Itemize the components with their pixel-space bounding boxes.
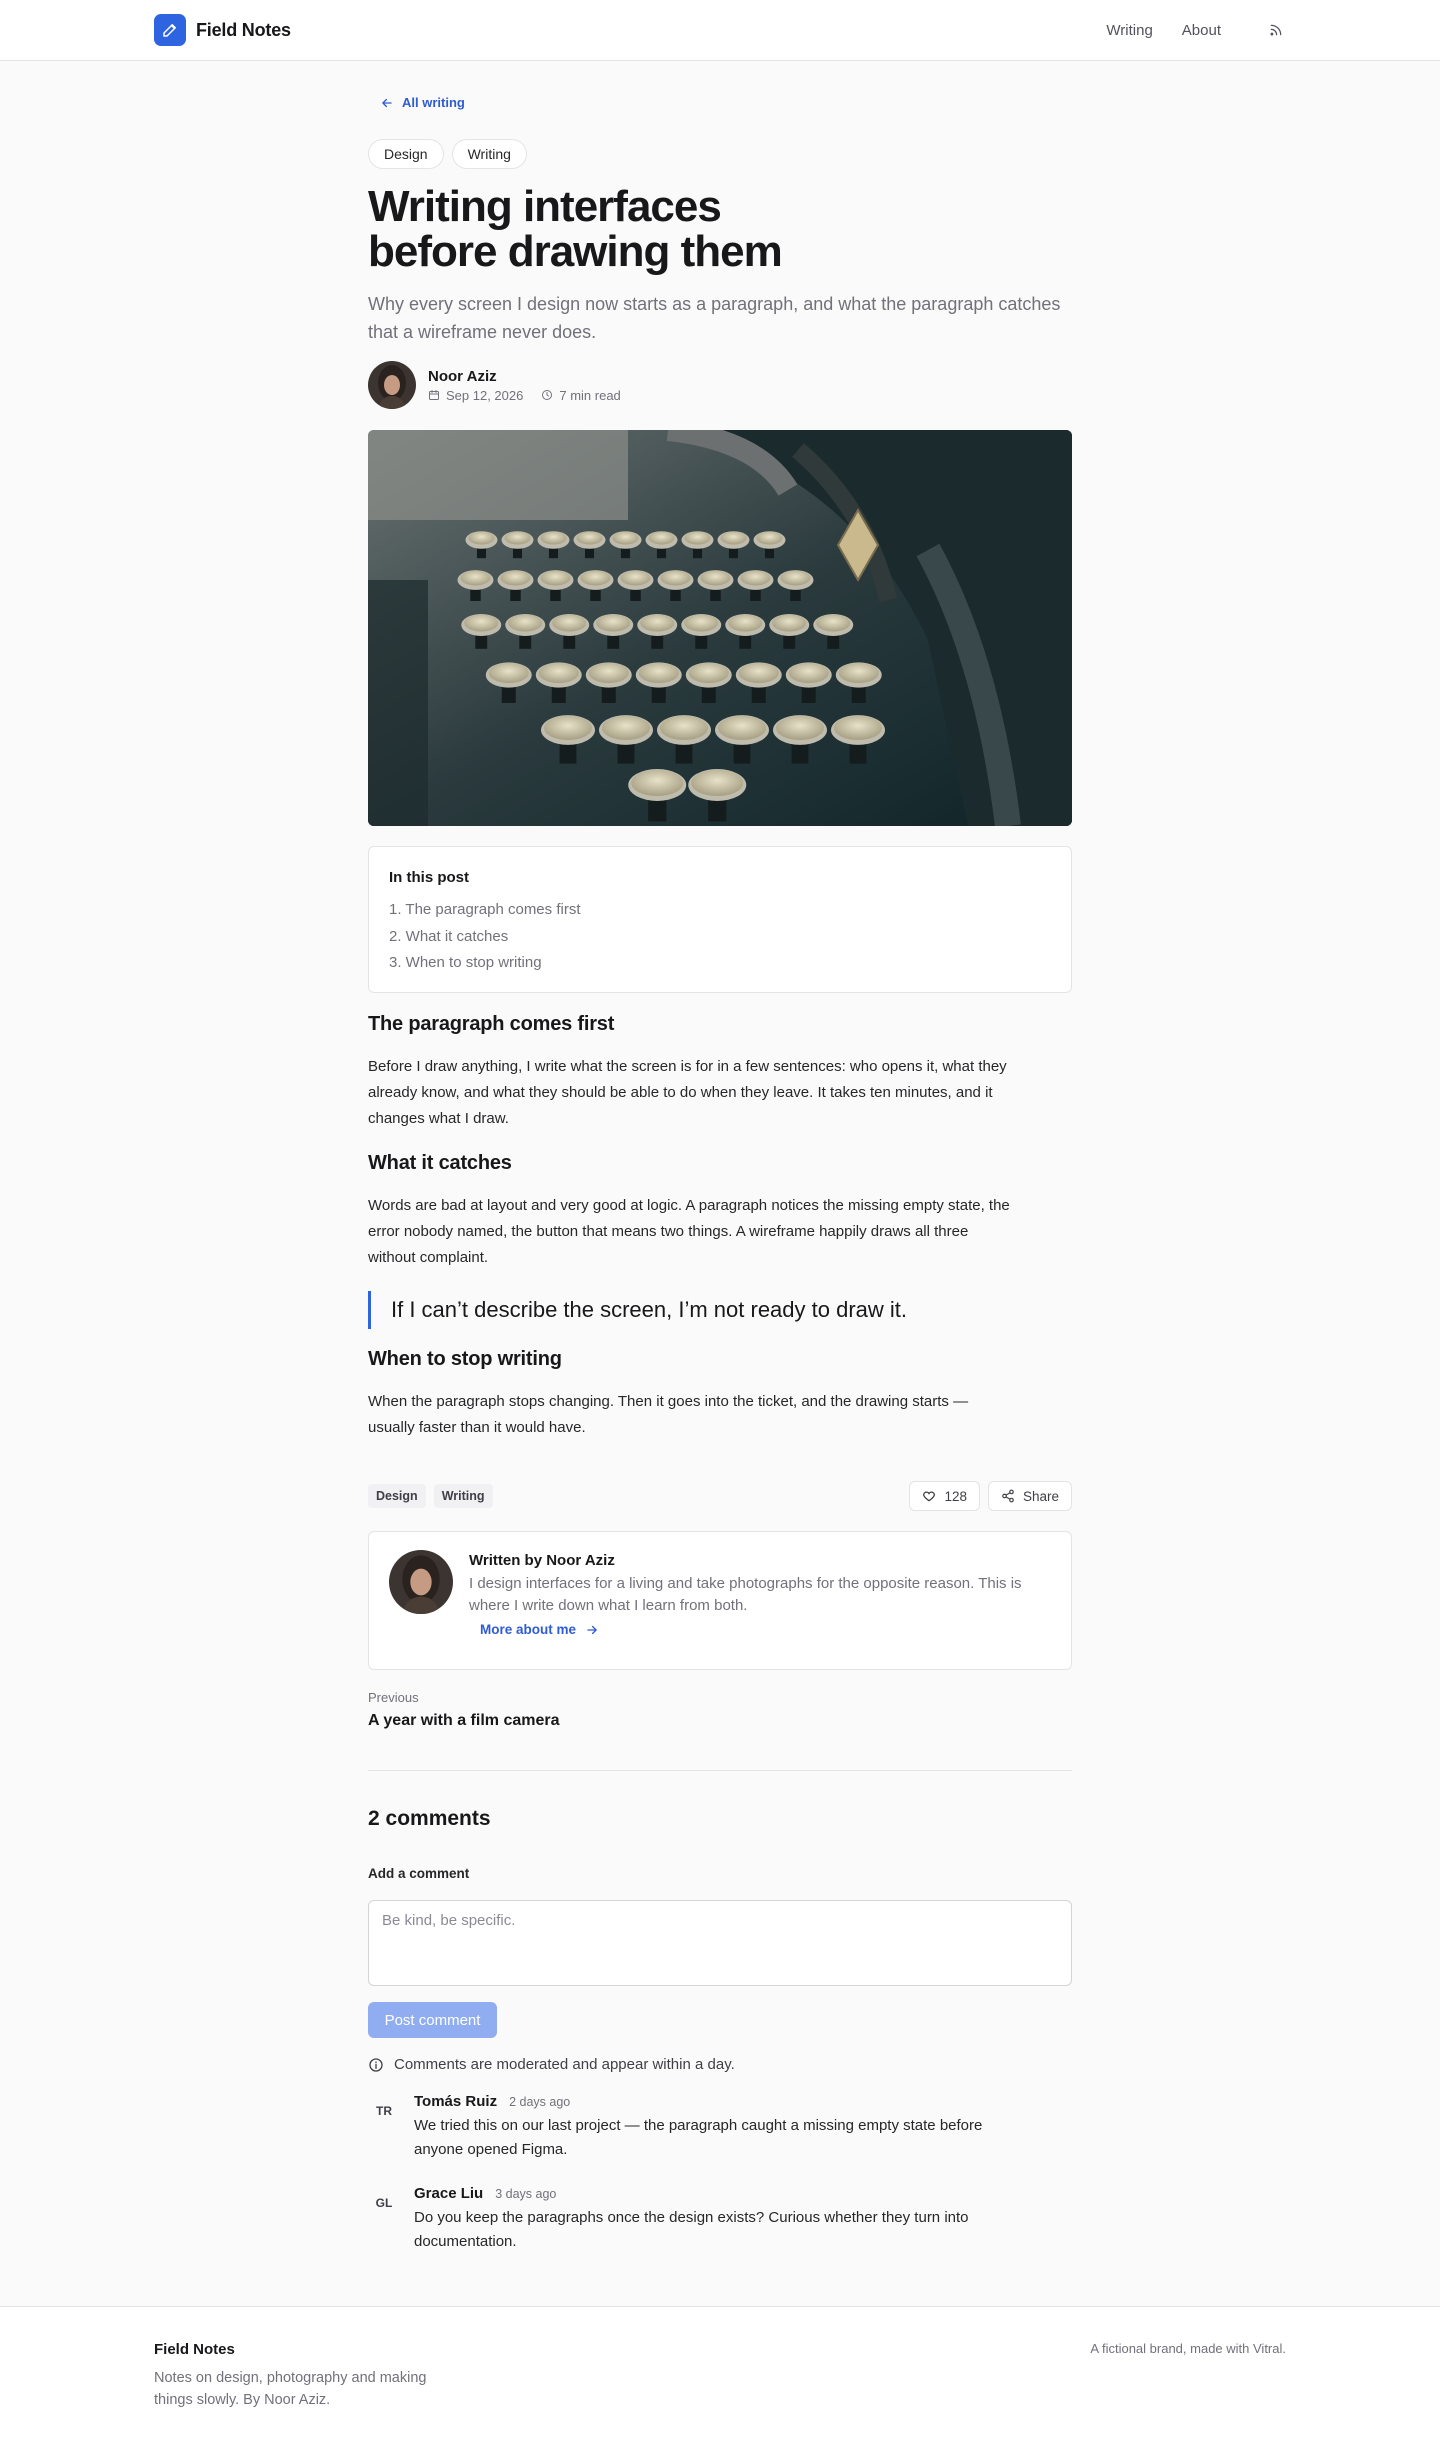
- footer-description: Notes on design, photography and making …: [154, 2370, 427, 2408]
- author-card-avatar: [389, 1550, 453, 1614]
- author-card: Written by Noor Aziz I design interfaces…: [368, 1531, 1072, 1670]
- rss-icon[interactable]: [1266, 20, 1286, 40]
- category-pill-design[interactable]: Design: [368, 139, 444, 169]
- calendar-icon: [429, 390, 439, 400]
- author-name: Noor Aziz: [428, 367, 497, 385]
- commenter-name: Grace Liu: [414, 2185, 484, 2202]
- main-nav: Writing About: [1106, 20, 1286, 40]
- share-label: Share: [1022, 1488, 1059, 1504]
- back-link-label: All writing: [402, 95, 465, 110]
- more-about-me-label: More about me: [480, 1622, 577, 1637]
- more-about-me-link[interactable]: More about me: [480, 1622, 1049, 1637]
- post-title-line-1: Writing interfaces: [368, 182, 722, 231]
- moderation-notice: Comments are moderated and appear within…: [368, 2056, 735, 2073]
- heart-icon: [923, 1491, 936, 1502]
- category-pill-writing[interactable]: Writing: [451, 139, 527, 169]
- section-body-1: Before I draw anything, I write what the…: [368, 1058, 1007, 1127]
- site-footer: Field Notes Notes on design, photography…: [0, 2306, 1440, 2439]
- arrow-right-icon: [587, 1625, 597, 1634]
- section-heading-2: What it catches: [368, 1152, 512, 1174]
- post-meta: Sep 12, 2026 7 min read: [428, 388, 621, 403]
- toc-item-2[interactable]: 2. What it catches: [389, 924, 1051, 951]
- nav-writing[interactable]: Writing: [1106, 22, 1152, 39]
- commenter-avatar: GL: [375, 2196, 393, 2210]
- back-to-all-writing[interactable]: All writing: [380, 95, 465, 110]
- info-icon: [369, 2057, 383, 2072]
- comment-input[interactable]: [368, 1900, 1072, 1986]
- section-heading-3: When to stop writing: [368, 1348, 562, 1370]
- comment-time: 2 days ago: [509, 2095, 571, 2109]
- comment-time: 3 days ago: [495, 2187, 557, 2201]
- byline: Noor Aziz Sep 12, 2026 7 min read: [368, 361, 621, 409]
- tag-writing[interactable]: Writing: [433, 1484, 493, 1508]
- site-header: Field Notes Writing About: [0, 0, 1440, 61]
- previous-post-label: Previous: [368, 1690, 419, 1705]
- read-time: 7 min read: [559, 387, 621, 403]
- previous-post-link[interactable]: A year with a film camera: [368, 1712, 560, 1730]
- commenter-avatar: TR: [376, 2104, 392, 2118]
- section-heading-1: The paragraph comes first: [368, 1013, 615, 1035]
- category-pills: Design Writing: [368, 139, 527, 169]
- toc-item-3[interactable]: 3. When to stop writing: [389, 950, 1051, 977]
- like-button[interactable]: 128: [909, 1481, 980, 1511]
- brand-name: Field Notes: [196, 19, 291, 40]
- pull-quote: If I can’t describe the screen, I’m not …: [368, 1291, 1072, 1329]
- share-button[interactable]: Share: [987, 1481, 1072, 1511]
- section-body-2: Words are bad at layout and very good at…: [368, 1197, 1010, 1266]
- clock-icon: [542, 390, 553, 400]
- author-card-title: Written by Noor Aziz: [469, 1552, 615, 1569]
- post-date: Sep 12, 2026: [446, 387, 524, 403]
- post-comment-button[interactable]: Post comment: [368, 2002, 497, 2038]
- nav-about[interactable]: About: [1182, 22, 1221, 39]
- post-tags-actions: Design Writing 128 Share: [368, 1481, 1072, 1511]
- comments-title: 2 comments: [368, 1807, 491, 1830]
- moderation-notice-text: Comments are moderated and appear within…: [394, 2056, 735, 2073]
- hero-image-typewriter: [368, 430, 1072, 826]
- post-title-line-2: before drawing them: [368, 227, 783, 276]
- add-comment-label: Add a comment: [368, 1866, 470, 1881]
- author-card-bio: I design interfaces for a living and tak…: [469, 1575, 1022, 1614]
- brand-link[interactable]: Field Notes: [154, 14, 291, 46]
- footer-brand: Field Notes: [154, 2341, 235, 2358]
- pen-icon: [154, 14, 186, 46]
- commenter-name: Tomás Ruiz: [414, 2093, 498, 2110]
- divider: [368, 1770, 1072, 1771]
- arrow-left-icon: [382, 98, 392, 107]
- author-avatar: [368, 361, 416, 409]
- toc-title: In this post: [389, 869, 469, 886]
- comment-text: We tried this on our last project — the …: [414, 2117, 983, 2158]
- footer-credit: A fictional brand, made with Vitral.: [1090, 2341, 1286, 2356]
- toc-item-1[interactable]: 1. The paragraph comes first: [389, 897, 1051, 924]
- post-subtitle: Why every screen I design now starts as …: [368, 294, 1061, 342]
- share-icon: [1002, 1489, 1014, 1503]
- section-body-3: When the paragraph stops changing. Then …: [368, 1393, 969, 1436]
- post-title: Writing interfaces before drawing them: [368, 184, 808, 274]
- comment-text: Do you keep the paragraphs once the desi…: [414, 2209, 969, 2250]
- like-count: 128: [944, 1488, 967, 1504]
- tag-design[interactable]: Design: [368, 1484, 426, 1508]
- table-of-contents: In this post 1. The paragraph comes firs…: [368, 846, 1072, 993]
